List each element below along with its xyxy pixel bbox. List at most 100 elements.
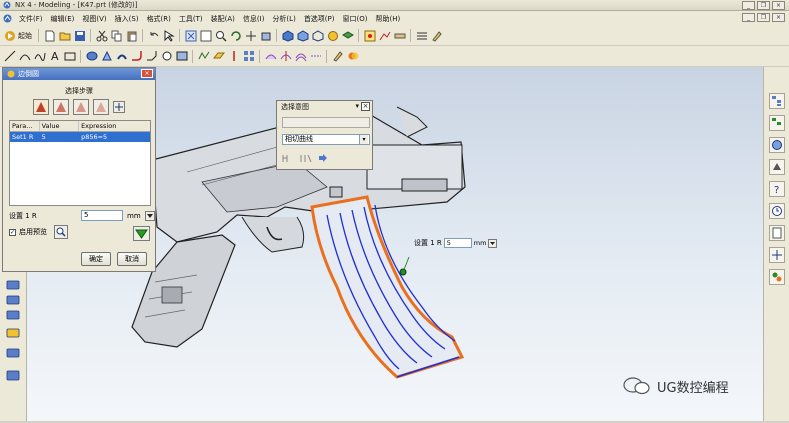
offset-icon[interactable] <box>294 50 307 63</box>
shell-icon[interactable] <box>175 50 188 63</box>
edit-feature-icon[interactable] <box>331 50 344 63</box>
menu-window[interactable]: 窗口(O) <box>339 14 372 24</box>
selection-arrow-icon[interactable] <box>162 29 175 42</box>
curve-tool-icon[interactable] <box>33 50 46 63</box>
preview-checkbox[interactable]: ✓ <box>9 228 16 236</box>
roles-icon[interactable] <box>768 269 785 285</box>
view-orient-icon[interactable] <box>259 29 272 42</box>
menu-format[interactable]: 格式(R) <box>143 14 175 24</box>
snap-point-icon[interactable] <box>363 29 376 42</box>
menu-assembly[interactable]: 装配(A) <box>207 14 239 24</box>
pattern-icon[interactable] <box>242 50 255 63</box>
copy-icon[interactable] <box>110 29 123 42</box>
ok-button[interactable]: 确定 <box>81 252 111 266</box>
minimize-button[interactable]: _ <box>742 1 755 10</box>
intent-menu-arrow-icon[interactable]: ▾ <box>355 102 359 110</box>
edge-select-step-icon[interactable] <box>33 99 49 115</box>
layer-icon[interactable] <box>341 29 354 42</box>
menu-tools[interactable]: 工具(T) <box>175 14 207 24</box>
zoom-icon[interactable] <box>214 29 227 42</box>
path-forward-icon[interactable] <box>318 153 328 163</box>
stop-at-intersection-icon[interactable] <box>300 153 312 163</box>
radius-input[interactable]: 5 <box>81 210 123 221</box>
menu-preferences[interactable]: 首选项(P) <box>300 14 339 24</box>
intent-curve-rule-select[interactable]: 相切曲线 ▾ <box>282 134 370 145</box>
sew-icon[interactable] <box>309 50 322 63</box>
trim-icon[interactable] <box>279 50 292 63</box>
reuse-library-icon[interactable] <box>768 225 785 241</box>
onscreen-options-button[interactable] <box>488 238 498 248</box>
add-set-icon[interactable] <box>113 101 125 113</box>
assembly-navigator-icon[interactable] <box>768 93 785 109</box>
render-style-icon[interactable] <box>296 29 309 42</box>
arc-tool-icon[interactable] <box>18 50 31 63</box>
cell-param: Set1 R <box>10 132 40 142</box>
cut-icon[interactable] <box>95 29 108 42</box>
color-icon[interactable] <box>430 29 443 42</box>
shaded-icon[interactable] <box>281 29 294 42</box>
text-tool-icon[interactable]: A <box>48 50 61 63</box>
setback-step-icon[interactable] <box>73 99 89 115</box>
start-icon[interactable] <box>3 29 16 42</box>
table-row[interactable]: Set1 R 5 p856=5 <box>10 132 150 142</box>
intent-filter-dropdown[interactable] <box>282 117 370 128</box>
part-navigator-icon[interactable] <box>768 115 785 131</box>
fit-view-icon[interactable] <box>184 29 197 42</box>
wireframe-icon[interactable] <box>311 29 324 42</box>
material-ball-icon[interactable] <box>326 29 339 42</box>
intent-close-button[interactable]: × <box>361 102 370 111</box>
save-icon[interactable] <box>73 29 86 42</box>
zoom-window-icon[interactable] <box>199 29 212 42</box>
extrude-icon[interactable] <box>85 50 98 63</box>
menu-edit[interactable]: 编辑(E) <box>47 14 79 24</box>
sweep-icon[interactable] <box>115 50 128 63</box>
start-menu-label[interactable]: 起始 <box>18 31 32 41</box>
line-tool-icon[interactable] <box>3 50 16 63</box>
web-browser-icon[interactable] <box>768 137 785 153</box>
expand-dialog-button[interactable] <box>133 226 150 241</box>
analysis-icon[interactable] <box>378 29 391 42</box>
clock-icon[interactable] <box>768 203 785 219</box>
datum-plane-icon[interactable] <box>212 50 225 63</box>
doc-restore-button[interactable]: ❐ <box>757 13 770 22</box>
process-studio-icon[interactable] <box>768 247 785 263</box>
doc-minimize-button[interactable]: _ <box>742 13 755 22</box>
restore-button[interactable]: ❐ <box>757 1 770 10</box>
close-button[interactable]: × <box>772 1 785 10</box>
cancel-button[interactable]: 取消 <box>117 252 147 266</box>
undo-icon[interactable] <box>147 29 160 42</box>
open-folder-icon[interactable] <box>58 29 71 42</box>
surface-icon[interactable] <box>264 50 277 63</box>
chamfer-icon[interactable] <box>145 50 158 63</box>
datum-axis-icon[interactable] <box>227 50 240 63</box>
radius-options-button[interactable] <box>144 210 155 221</box>
onscreen-radius-field[interactable]: 5 <box>443 238 472 248</box>
boolean-icon[interactable] <box>346 50 359 63</box>
revolve-icon[interactable] <box>100 50 113 63</box>
paste-icon[interactable] <box>125 29 138 42</box>
dropdown-arrow-icon[interactable]: ▾ <box>359 135 368 144</box>
variable-radius-step-icon[interactable] <box>53 99 69 115</box>
rotate-icon[interactable] <box>229 29 242 42</box>
edge-blend-icon[interactable] <box>130 50 143 63</box>
history-icon[interactable] <box>768 159 785 175</box>
doc-close-button[interactable]: × <box>772 13 785 22</box>
stop-short-step-icon[interactable] <box>93 99 109 115</box>
edge-blend-close-button[interactable]: × <box>141 69 153 78</box>
measure-icon[interactable] <box>393 29 406 42</box>
menu-insert[interactable]: 插入(S) <box>111 14 143 24</box>
preview-magnifier-button[interactable] <box>54 225 68 239</box>
menu-info[interactable]: 信息(I) <box>239 14 269 24</box>
menu-file[interactable]: 文件(F) <box>15 14 47 24</box>
help-icon[interactable]: ? <box>768 181 785 197</box>
sketch-icon[interactable] <box>197 50 210 63</box>
rectangle-tool-icon[interactable] <box>63 50 76 63</box>
menu-help[interactable]: 帮助(H) <box>371 14 404 24</box>
hole-icon[interactable] <box>160 50 173 63</box>
line-width-icon[interactable] <box>415 29 428 42</box>
new-file-icon[interactable] <box>43 29 56 42</box>
menu-analysis[interactable]: 分析(L) <box>268 14 299 24</box>
menu-view[interactable]: 视图(V) <box>78 14 110 24</box>
follow-fillet-icon[interactable] <box>282 153 294 163</box>
pan-icon[interactable] <box>244 29 257 42</box>
